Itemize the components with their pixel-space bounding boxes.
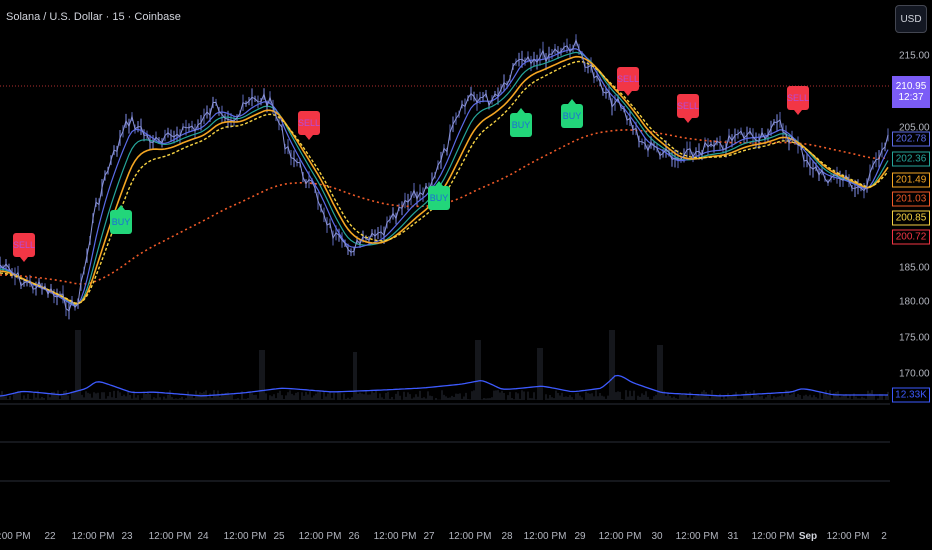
sell-signal-marker: SELL (677, 94, 699, 123)
time-label: 31 (727, 531, 739, 542)
time-label: 12:00 PM (598, 531, 642, 542)
time-label: 12:00 PM (751, 531, 795, 542)
time-label: 26 (348, 531, 360, 542)
indicator-value-tag: 200.72 (892, 229, 930, 245)
price-tick: 180.00 (899, 296, 930, 308)
time-label: 12:00 PM (448, 531, 492, 542)
ema-yellow-line (0, 60, 889, 304)
time-label: 12:00 PM (675, 531, 719, 542)
time-label: 22 (44, 531, 56, 542)
last-price-value: 210.95 (895, 81, 927, 92)
candles (0, 34, 889, 320)
time-label: 25 (273, 531, 285, 542)
sell-signal-marker: SELL (617, 67, 639, 96)
buy-signal-marker: BUY (510, 108, 532, 137)
price-tick: 170.00 (899, 368, 930, 380)
time-label: 12:00 PM (826, 531, 870, 542)
time-label: 2:00 PM (0, 531, 31, 542)
last-price-tag: 210.95 12:37 (892, 76, 930, 108)
indicator-value-tag: 202.78 (892, 131, 930, 147)
time-label: Sep (798, 531, 818, 542)
time-label: 12:00 PM (148, 531, 192, 542)
symbol-title[interactable]: Solana / U.S. Dollar · 15 · Coinbase (6, 11, 181, 23)
volume-ma-line (0, 374, 888, 397)
price-tick: 175.00 (899, 332, 930, 344)
price-tick: 215.00 (899, 50, 930, 62)
buy-signal-marker: BUY (110, 205, 132, 234)
indicator-value-tag: 201.49 (892, 172, 930, 188)
time-label: 29 (574, 531, 586, 542)
time-label: 12:00 PM (523, 531, 567, 542)
buy-signal-marker: BUY (561, 99, 583, 128)
sell-signal-marker: SELL (13, 233, 35, 262)
indicator-value-tag: 202.36 (892, 151, 930, 167)
price-tick: 185.00 (899, 262, 930, 274)
time-label: 12:00 PM (298, 531, 342, 542)
time-label: 30 (651, 531, 663, 542)
time-label: 2 (881, 531, 887, 542)
chart-pane[interactable]: Solana / U.S. Dollar · 15 · Coinbase SEL… (0, 0, 890, 520)
indicator-value-tag: 201.03 (892, 191, 930, 207)
price-chart[interactable] (0, 0, 890, 520)
indicator-value-tag: 200.85 (892, 210, 930, 226)
bar-countdown: 12:37 (898, 92, 924, 103)
price-line (0, 38, 889, 312)
currency-button[interactable]: USD (895, 5, 927, 33)
time-label: 12:00 PM (223, 531, 267, 542)
volume-bars (0, 330, 889, 400)
indicator-value-tag: 12.33K (892, 387, 930, 403)
sell-signal-marker: SELL (298, 111, 320, 140)
time-label: 12:00 PM (71, 531, 115, 542)
time-label: 27 (423, 531, 435, 542)
time-label: 12:00 PM (373, 531, 417, 542)
time-label: 23 (121, 531, 133, 542)
buy-signal-marker: BUY (428, 181, 450, 210)
time-label: 28 (501, 531, 513, 542)
sell-signal-marker: SELL (787, 86, 809, 115)
time-label: 24 (197, 531, 209, 542)
